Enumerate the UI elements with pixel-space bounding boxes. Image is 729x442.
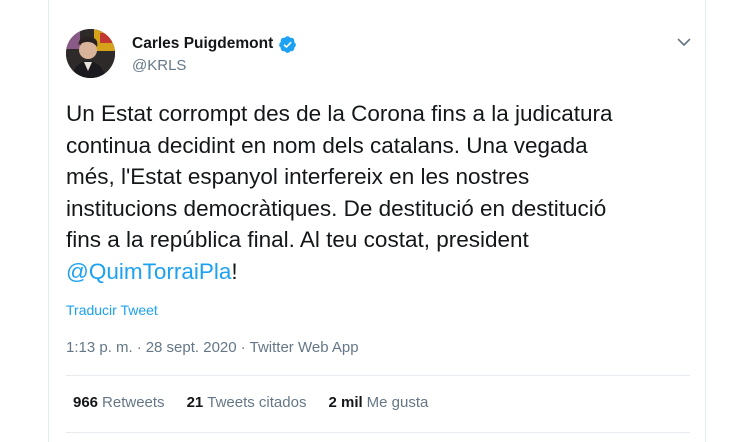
chevron-down-icon[interactable] [674, 32, 694, 52]
tweet-stats: 966 Retweets 21 Tweets citados 2 mil Me gus… [73, 393, 450, 413]
quote-tweets-label: Tweets citados [207, 394, 307, 411]
meta-separator: · [240, 339, 246, 356]
tweet-text-trailing: ! [231, 258, 238, 284]
tweet-date[interactable]: 28 sept. 2020 [146, 338, 237, 358]
divider [66, 375, 690, 376]
likes-stat[interactable]: 2 mil Me gusta [328, 393, 428, 413]
likes-label: Me gusta [366, 394, 429, 411]
meta-separator: · [136, 339, 142, 356]
author-name-row[interactable]: Carles Puigdemont [132, 34, 297, 54]
translate-tweet-link[interactable]: Traducir Tweet [66, 301, 158, 319]
tweet-card: Carles Puigdemont @KRLS Un Estat corromp… [48, 0, 706, 442]
tweet-text-last-line: @QuimTorraiPla! [66, 256, 696, 288]
divider [66, 432, 690, 433]
tweet-text-line: Un Estat corrompt des de la Corona fins … [66, 101, 613, 126]
tweet-text-line: institucions democràtiques. De destituci… [66, 195, 607, 221]
avatar[interactable] [66, 29, 115, 78]
likes-count: 2 mil [328, 394, 363, 411]
quote-tweets-count: 21 [186, 394, 204, 411]
tweet-text-line: més, l'Estat espanyol interfereix en les… [66, 164, 530, 189]
retweets-label: Retweets [102, 394, 165, 411]
profile-photo-icon [66, 29, 115, 78]
verified-badge-icon [279, 35, 297, 53]
retweets-count: 966 [73, 394, 99, 411]
tweet-text-line: continua decidint en nom dels catalans. … [66, 132, 588, 158]
tweet-text-line: fins a la república final. Al teu costat… [66, 227, 529, 252]
tweet-text: Un Estat corrompt des de la Corona fins … [66, 98, 696, 287]
quote-tweets-stat[interactable]: 21 Tweets citados [187, 393, 307, 413]
author-display-name[interactable]: Carles Puigdemont [132, 34, 273, 54]
author-handle[interactable]: @KRLS [132, 56, 186, 76]
tweet-source[interactable]: Twitter Web App [250, 338, 359, 358]
retweets-stat[interactable]: 966 Retweets [73, 393, 165, 413]
mention-link[interactable]: @QuimTorraiPla [66, 259, 231, 284]
tweet-time[interactable]: 1:13 p. m. [66, 338, 133, 358]
tweet-meta: 1:13 p. m. · 28 sept. 2020 · Twitter Web… [66, 338, 359, 358]
